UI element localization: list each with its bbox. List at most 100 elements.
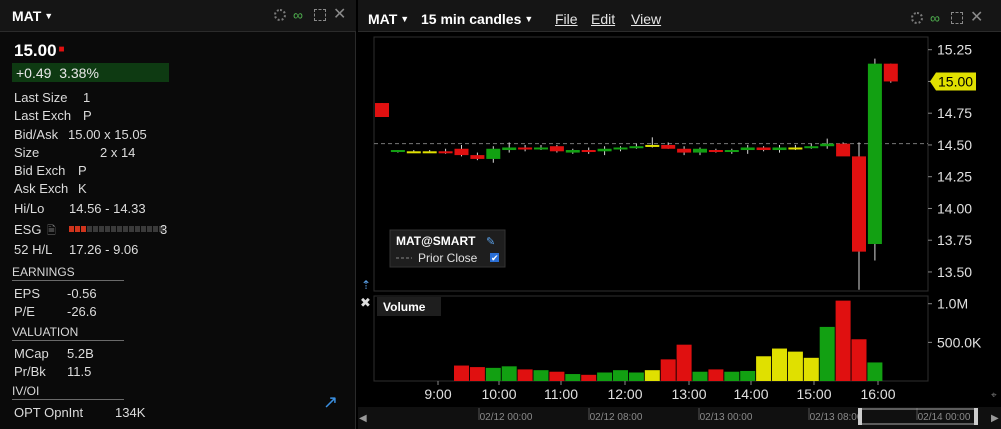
candle-body — [390, 150, 405, 153]
field-label: Last Size — [14, 90, 68, 105]
candle — [613, 146, 628, 152]
volume-bar — [660, 359, 676, 381]
close-icon[interactable]: ✕ — [333, 7, 347, 23]
price-tick-label: 13.50 — [937, 264, 972, 280]
esg-score-bar — [69, 226, 164, 232]
change-box: +0.49 3.38% — [12, 63, 169, 82]
candle-body — [756, 147, 771, 151]
field-value: -26.6 — [67, 304, 97, 319]
volume-tick-label: 1.0M — [937, 296, 968, 312]
time-tick-label: 12:00 — [607, 386, 642, 402]
field-value: 5.2B — [67, 346, 94, 361]
quote-panel: MAT ▼ ∞ ✕ 15.00 ■ +0.49 3.38% Last Size 1 L… — [0, 0, 356, 429]
candle-body — [820, 143, 835, 147]
time-tick-label: 13:00 — [671, 386, 706, 402]
dropdown-caret-icon: ▼ — [44, 11, 54, 21]
candlestick-chart[interactable]: 15.25 15.00 14.75 14.50 14.25 14.00 13.75 13.50… — [358, 0, 1001, 429]
field-value: -0.56 — [67, 286, 97, 301]
symbol-selector[interactable]: MAT ▼ — [12, 8, 53, 24]
volume-label: Volume — [383, 300, 426, 314]
candle — [724, 148, 739, 154]
volume-bar — [740, 370, 756, 381]
volume-bar — [454, 365, 469, 381]
field-value: 134K — [115, 405, 146, 420]
candle — [677, 146, 692, 156]
candle-body — [677, 148, 692, 153]
field-row: Pr/Bk 11.5 — [14, 364, 91, 379]
time-tick-label: 9:00 — [424, 386, 451, 402]
esg-segment — [135, 226, 140, 232]
field-row: Hi/Lo 14.56 - 14.33 — [14, 201, 146, 216]
esg-row: ESG 🗎 3 — [14, 222, 167, 237]
settings-gear-icon[interactable] — [274, 9, 286, 21]
quote-panel-titlebar: MAT ▼ ∞ ✕ — [0, 0, 356, 32]
candle — [645, 137, 660, 148]
price-tick-label: 13.75 — [937, 232, 972, 248]
field-label: Bid Exch — [14, 163, 66, 178]
pane-resize-icon: ⇡ — [361, 278, 371, 292]
axis-scroll-icon: ⌖ — [991, 390, 997, 401]
candle — [804, 143, 819, 149]
candle-body — [693, 148, 707, 153]
price-tick-label: 14.50 — [937, 137, 972, 153]
candle-body — [375, 103, 389, 118]
candle-body — [549, 146, 564, 152]
field-label: 52 H/L — [14, 242, 53, 257]
candle-body — [518, 147, 533, 150]
field-value: 11.5 — [67, 364, 92, 379]
legend-check-icon: ✔ — [491, 254, 499, 264]
volume-bar — [581, 374, 597, 381]
field-row: Bid/Ask 15.00 x 15.05 — [14, 127, 147, 142]
volume-bar — [724, 371, 740, 381]
link-icon[interactable]: ∞ — [293, 8, 307, 22]
chart-panel: MAT ▼ 15 min candles ▼ File Edit View ∞ ✕ … — [358, 0, 1001, 429]
candle-body — [661, 144, 676, 149]
candle — [581, 147, 596, 154]
volume-bar — [851, 339, 867, 381]
maximize-icon[interactable] — [314, 9, 326, 21]
candle — [693, 147, 707, 156]
candle — [549, 144, 564, 153]
candle-body — [502, 147, 517, 151]
volume-bar — [613, 370, 628, 381]
candle-body — [470, 155, 485, 159]
candle-body — [645, 144, 660, 147]
timeline-label: 02/14 00:00 — [918, 412, 971, 423]
candle-body — [708, 150, 723, 153]
volume-axis: 1.0M 500.0K — [928, 296, 982, 350]
document-icon[interactable]: 🗎 — [47, 222, 56, 241]
candle — [756, 146, 771, 152]
field-label: Ask Exch — [14, 181, 69, 196]
section-header-earnings: EARNINGS — [12, 265, 124, 281]
field-row: Last Size 1 — [14, 90, 90, 105]
esg-segment — [141, 226, 146, 232]
candle-body — [486, 148, 501, 159]
candle-body — [438, 151, 453, 154]
time-tick-label: 11:00 — [544, 386, 578, 402]
field-row: OPT OpnInt 134K — [14, 405, 145, 420]
candle-body — [422, 151, 437, 154]
field-row: 52 H/L 17.26 - 9.06 — [14, 242, 138, 257]
price-tick-label: 14.25 — [937, 169, 972, 185]
candle-body — [836, 143, 851, 157]
candle-body — [804, 146, 819, 149]
candle — [390, 150, 405, 153]
scroll-thumb-left-handle — [858, 408, 862, 425]
field-label: MCap — [14, 346, 49, 361]
price-tick-label: 15.25 — [937, 42, 972, 58]
field-row: Last Exch P — [14, 108, 92, 123]
candle — [518, 144, 533, 152]
candle — [534, 144, 548, 151]
volume-bar — [644, 370, 660, 381]
scroll-thumb-right-handle — [974, 408, 978, 425]
esg-segment — [81, 226, 86, 232]
volume-bar — [565, 374, 581, 381]
esg-segment — [69, 226, 74, 232]
candle — [422, 150, 437, 154]
candle — [820, 138, 835, 149]
open-external-arrow-icon[interactable]: ↗ — [323, 392, 338, 413]
volume-bar — [867, 362, 883, 381]
timeline-label: 02/12 00:00 — [480, 412, 533, 423]
field-label: Size — [14, 145, 40, 160]
esg-segment — [123, 226, 128, 232]
